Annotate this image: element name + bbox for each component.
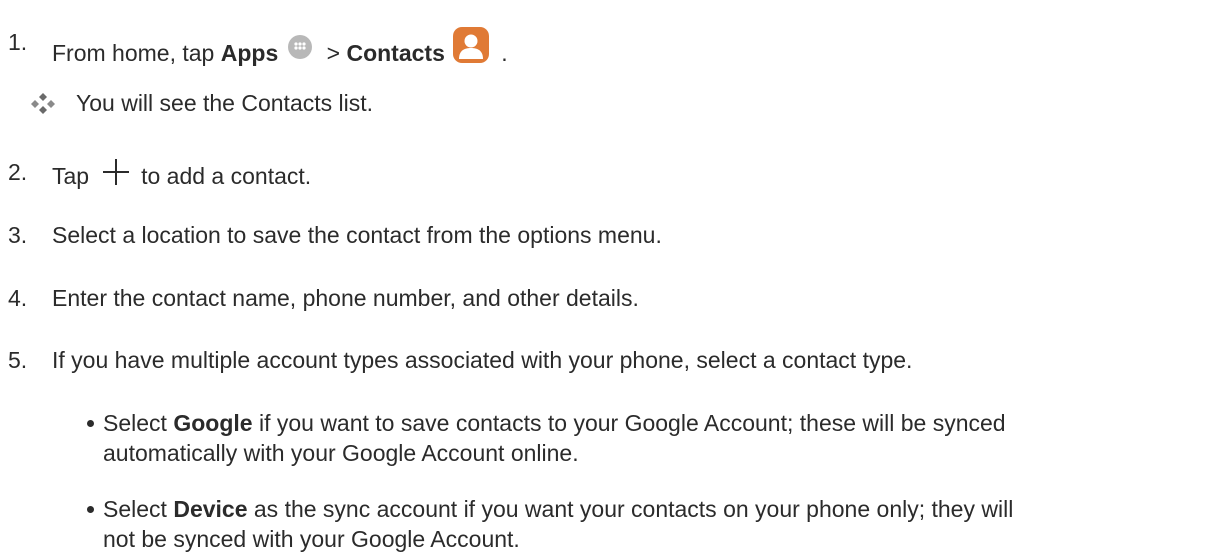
bullet-text: Select Google if you want to save contac… (103, 408, 1183, 468)
bullet-text: Select Device as the sync account if you… (103, 494, 1183, 554)
step-number: 5. (8, 347, 28, 373)
bullet-line1: if you want to save contacts to your Goo… (252, 410, 1006, 436)
bullet-dot (87, 506, 94, 513)
bullet-prefix: Select (103, 496, 174, 522)
bullet-line1: as the sync account if you want your con… (247, 496, 1014, 522)
bullet-line2: automatically with your Google Account o… (103, 440, 579, 466)
bullet-line2: not be synced with your Google Account. (103, 526, 520, 552)
step-prefix: Tap (52, 163, 90, 189)
contacts-label: Contacts (346, 40, 445, 66)
step-number: 1. (8, 29, 28, 55)
step-text: From home, tap Apps > Contacts . (52, 27, 508, 68)
apps-grid-icon (288, 35, 313, 59)
step-suffix: to add a contact. (141, 163, 312, 189)
step-suffix: . (494, 40, 508, 66)
step-number: 4. (8, 285, 28, 311)
step-text: Tap to add a contact. (52, 157, 311, 191)
bullet-dot (87, 420, 94, 427)
step-text: Enter the contact name, phone number, an… (52, 285, 639, 311)
bullet-prefix: Select (103, 410, 174, 436)
bullet-option: Google (173, 410, 253, 436)
plus-icon (101, 157, 131, 187)
step-prefix: From home, tap (52, 40, 221, 66)
step-number: 3. (8, 222, 28, 248)
step-text: Select a location to save the contact fr… (52, 222, 662, 248)
result-note-text: You will see the Contacts list. (76, 90, 374, 116)
contacts-person-icon (452, 27, 489, 63)
step-text: If you have multiple account types assoc… (52, 347, 913, 373)
apps-label: Apps (220, 40, 279, 66)
diamond-bullet-icon (30, 92, 56, 122)
step-number: 2. (8, 159, 28, 185)
bullet-option: Device (173, 496, 248, 522)
step-separator: > (320, 40, 347, 66)
